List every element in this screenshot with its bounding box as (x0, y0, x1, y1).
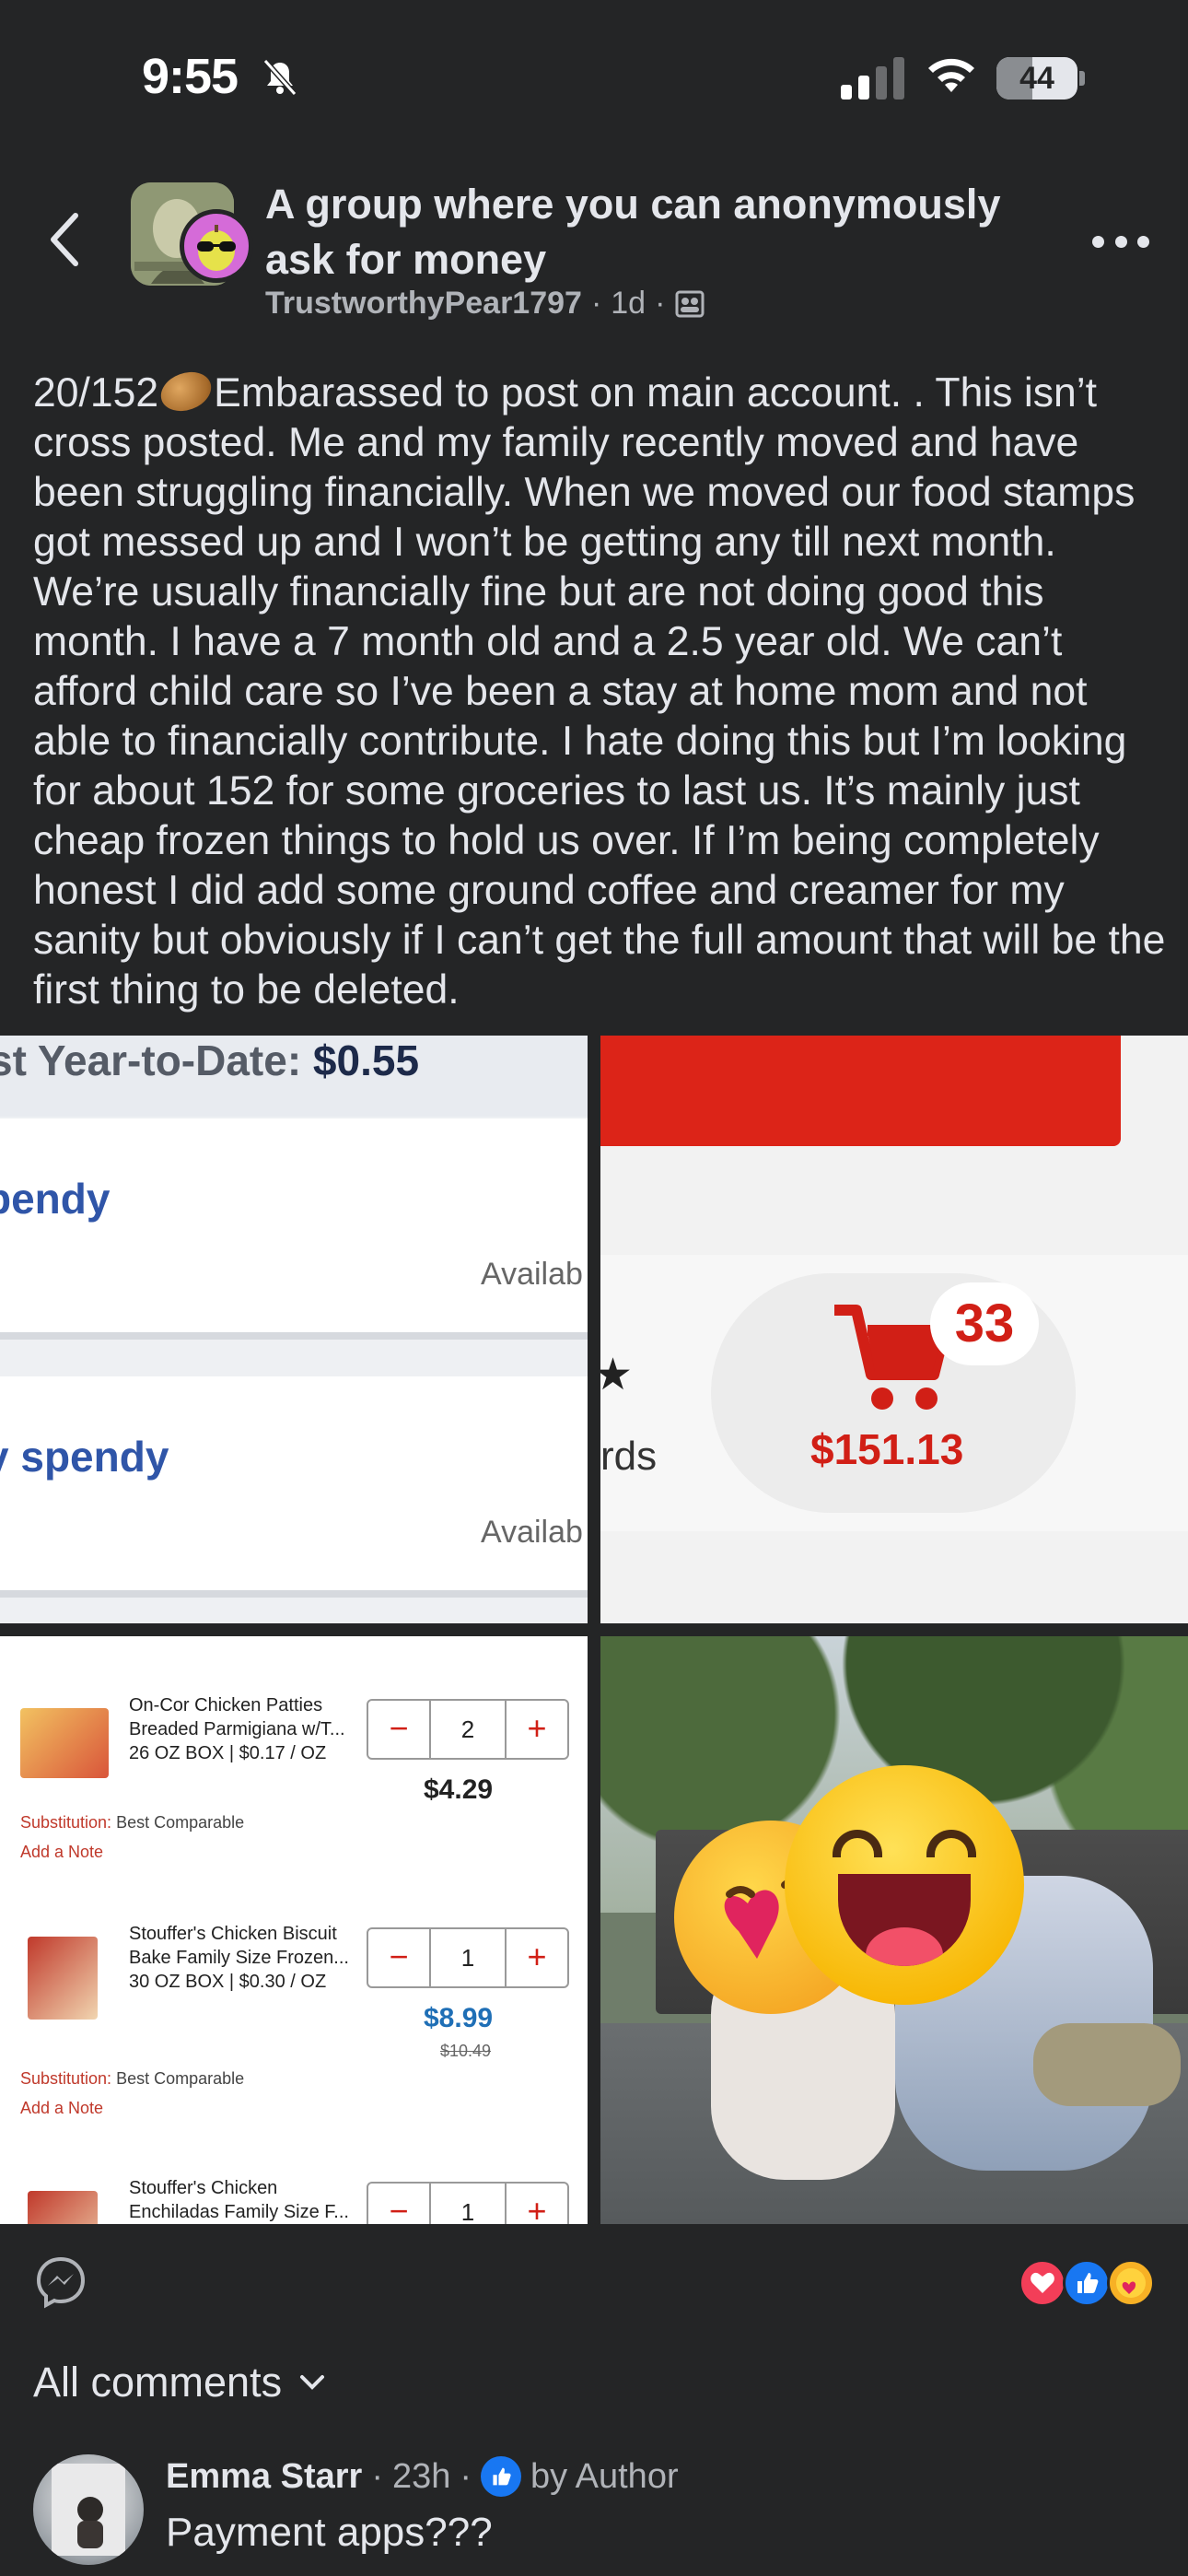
status-bar: 9:55 44 (0, 0, 1188, 157)
photo-grocery-list-screenshot[interactable]: On-Cor Chicken Patties Breaded Parmigian… (0, 1636, 588, 2224)
author-badge-icon (481, 2456, 522, 2497)
decrement-button[interactable]: − (368, 1929, 429, 1986)
cellular-signal-icon (841, 57, 904, 100)
increment-button[interactable]: + (507, 2184, 567, 2224)
account-card-available: Availab (481, 1515, 583, 1550)
cart-total: $151.13 (810, 1425, 964, 1473)
product-name: On-Cor Chicken Patties Breaded Parmigian… (129, 1695, 345, 1763)
battery-indicator: 44 (996, 57, 1085, 100)
product-name: Stouffer's Chicken Biscuit Bake Family S… (129, 1924, 349, 1992)
love-icon (1019, 2259, 1066, 2307)
product-size: 26 OZ BOX | $0.17 / OZ (129, 1743, 327, 1763)
comment-text: Payment apps??? (166, 2510, 493, 2555)
photo-children-park[interactable] (600, 1636, 1188, 2224)
reaction-summary[interactable] (1019, 2259, 1157, 2307)
product-size: 30 OZ BOX | $0.30 / OZ (129, 1972, 327, 1992)
messenger-icon[interactable] (33, 2254, 88, 2309)
substitution-line: Substitution: Best Comparable (20, 2069, 245, 2088)
post-detail-screen: 9:55 44 A group where you can anonymousl… (0, 0, 1188, 2576)
author-badge-label: by Author (530, 2456, 679, 2496)
meta-separator: · (655, 286, 666, 321)
meta-separator: · (371, 2456, 383, 2496)
more-options-button[interactable] (1092, 230, 1149, 252)
ytd-text: st Year-to-Date: $0.55 (0, 1036, 419, 1085)
increment-button[interactable]: + (507, 1701, 567, 1758)
post-counter: 20/152 (33, 370, 159, 416)
battery-level: 44 (1019, 61, 1054, 96)
child-leg (1033, 2023, 1181, 2106)
wifi-icon (928, 58, 974, 92)
photo-cart-screenshot[interactable]: ★ rds 33 $151.13 (600, 1036, 1188, 1623)
pear-sunglasses-icon (197, 225, 236, 271)
status-time: 9:55 (142, 49, 239, 104)
account-card-title: y spendy (0, 1433, 169, 1481)
care-icon (1107, 2259, 1155, 2307)
user-avatar[interactable] (180, 209, 253, 283)
cart-count-badge: 33 (930, 1282, 1039, 1365)
commenter-name[interactable]: Emma Starr (166, 2457, 362, 2497)
quantity-value: 2 (429, 1701, 507, 1758)
partial-label: rds (600, 1434, 658, 1479)
more-dot (1092, 235, 1104, 248)
chevron-down-icon (300, 2375, 325, 2390)
quantity-stepper: − 1 + (367, 2182, 569, 2224)
more-dot (1137, 235, 1149, 248)
meta-separator: · (590, 286, 602, 321)
comment-sort-label: All comments (33, 2359, 283, 2406)
group-name[interactable]: A group where you can anonymously ask fo… (265, 177, 1020, 287)
add-note-link[interactable]: Add a Note (20, 2099, 103, 2118)
comment-header: Emma Starr · 23h · by Author (166, 2456, 679, 2497)
quantity-value: 1 (429, 1929, 507, 1986)
red-header-bar (600, 1036, 1121, 1146)
account-card-available: Availab (481, 1257, 583, 1292)
star-icon: ★ (600, 1351, 634, 1399)
add-note-link[interactable]: Add a Note (20, 1843, 103, 1862)
product-price: $8.99 (424, 2003, 494, 2033)
post-age: 1d (611, 286, 646, 321)
person-photo-icon (52, 2464, 125, 2556)
bell-off-icon (262, 59, 297, 96)
laughing-emoji-icon (785, 1765, 1024, 2005)
post-meta: TrustworthyPear1797 · 1d · (265, 286, 705, 322)
substitution-line: Substitution: Best Comparable (20, 1813, 245, 1832)
post-author[interactable]: TrustworthyPear1797 (265, 286, 582, 322)
group-members-icon (675, 290, 705, 317)
product-old-price: $10.49 (440, 2042, 492, 2060)
product-name: Stouffer's Chicken Enchiladas Family Siz… (129, 2178, 349, 2222)
product-price: $4.29 (424, 1774, 494, 1805)
quantity-stepper: − 1 + (367, 1927, 569, 1988)
commenter-avatar[interactable] (33, 2454, 144, 2565)
photo-balance-screenshot[interactable]: st Year-to-Date: $0.55 pendy Availab y s… (0, 1036, 588, 1623)
ytd-label: st Year-to-Date: (0, 1036, 302, 1084)
grocery-item: Stouffer's Chicken Biscuit Bake Family S… (0, 1913, 588, 2167)
quantity-value: 1 (429, 2184, 507, 2224)
potato-emoji-icon (155, 365, 217, 418)
increment-button[interactable]: + (507, 1929, 567, 1986)
product-thumbnail (28, 2191, 98, 2224)
quantity-stepper: − 2 + (367, 1699, 569, 1760)
meta-separator: · (460, 2456, 472, 2496)
comment-sort-dropdown[interactable]: All comments (33, 2359, 326, 2406)
ytd-value: $0.55 (312, 1036, 420, 1084)
decrement-button[interactable]: − (368, 1701, 429, 1758)
post-body: 20/152 Embarassed to post on main account… (33, 365, 1166, 1015)
product-thumbnail (20, 1708, 109, 1778)
decrement-button[interactable]: − (368, 2184, 429, 2224)
post-body-text: Embarassed to post on main account. . Th… (33, 370, 1166, 1013)
account-card: pendy Availab (0, 1118, 588, 1340)
comment-age: 23h (391, 2456, 451, 2496)
product-thumbnail (28, 1937, 98, 2020)
post-header: A group where you can anonymously ask fo… (0, 166, 1188, 332)
account-card: y spendy Availab (0, 1376, 588, 1598)
grocery-item: On-Cor Chicken Patties Breaded Parmigian… (0, 1684, 588, 1938)
chevron-left-icon[interactable] (39, 203, 94, 276)
more-dot (1114, 235, 1127, 248)
grocery-item: Stouffer's Chicken Enchiladas Family Siz… (0, 2167, 588, 2224)
account-card-title: pendy (0, 1175, 111, 1223)
like-icon (1063, 2259, 1111, 2307)
